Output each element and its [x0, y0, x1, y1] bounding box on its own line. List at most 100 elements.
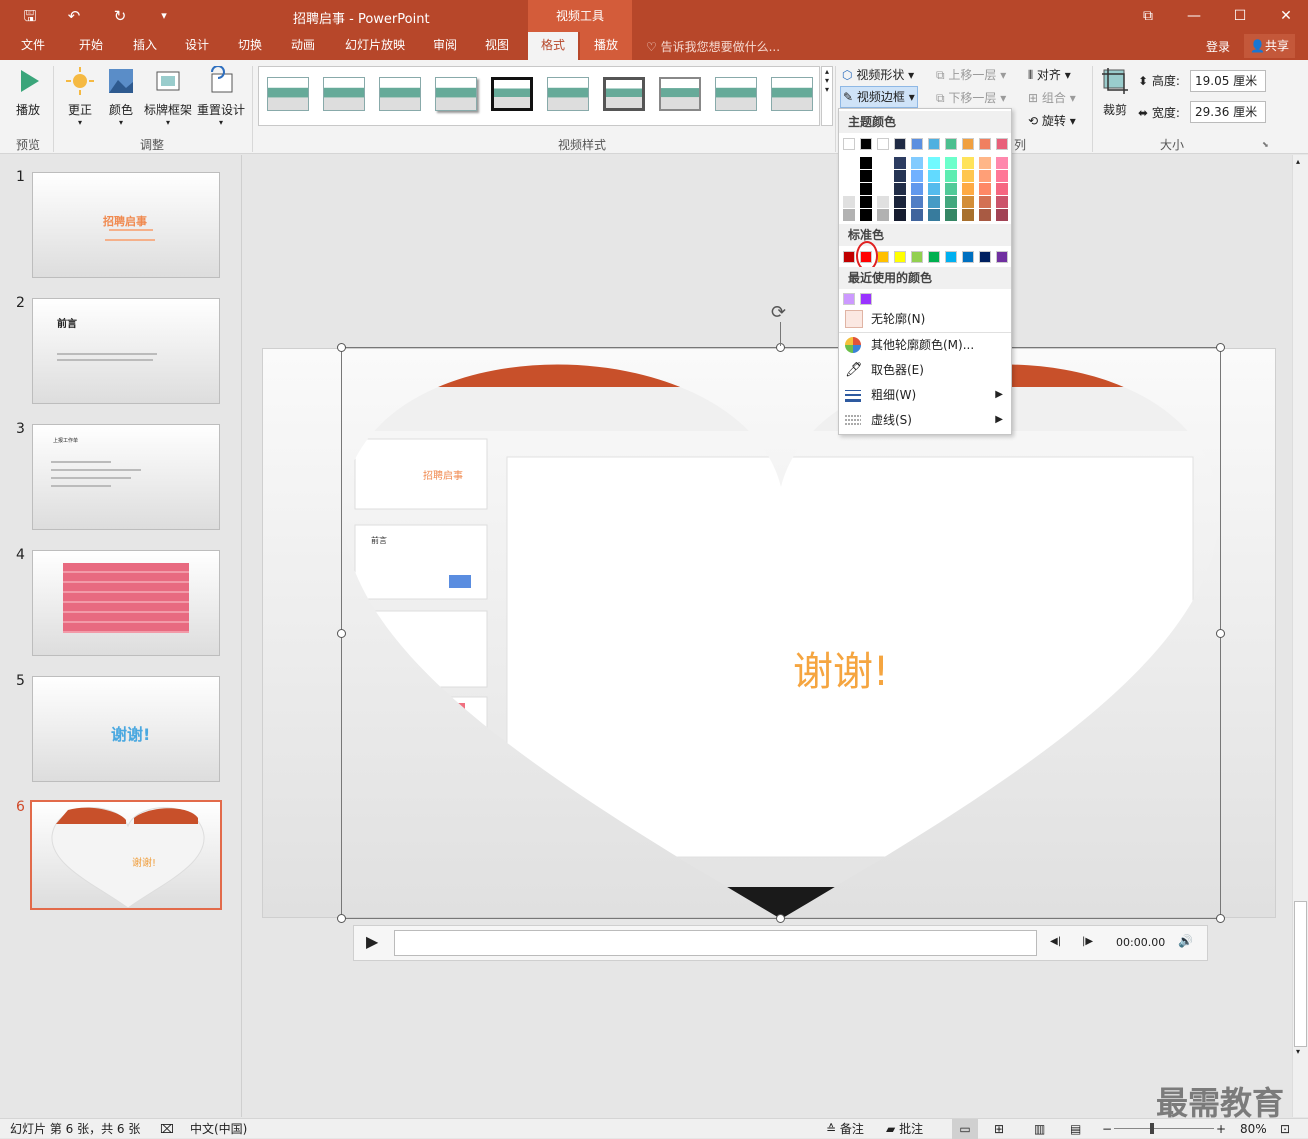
- theme-shade-swatch[interactable]: [962, 183, 974, 195]
- recent-color-swatch[interactable]: [843, 293, 855, 305]
- theme-shade-swatch[interactable]: [996, 170, 1008, 182]
- standard-color-swatch[interactable]: [894, 251, 906, 263]
- theme-shade-swatch[interactable]: [877, 157, 889, 169]
- step-forward-button[interactable]: |▶: [1082, 936, 1093, 947]
- theme-shade-swatch[interactable]: [979, 196, 991, 208]
- theme-shade-swatch[interactable]: [996, 183, 1008, 195]
- scroll-down-icon[interactable]: ▾: [1296, 1047, 1300, 1056]
- video-style-option[interactable]: [771, 77, 813, 111]
- theme-shade-swatch[interactable]: [996, 196, 1008, 208]
- tab-file[interactable]: 文件: [8, 32, 58, 60]
- video-style-option[interactable]: [435, 77, 477, 111]
- theme-color-swatch[interactable]: [894, 138, 906, 150]
- tab-format[interactable]: 格式: [528, 32, 578, 60]
- theme-shade-swatch[interactable]: [860, 196, 872, 208]
- weight-item[interactable]: 粗细(W) ▶: [839, 383, 1011, 407]
- gallery-scroll[interactable]: ▴ ▾ ▾: [821, 66, 833, 126]
- theme-shade-swatch[interactable]: [945, 183, 957, 195]
- maximize-button[interactable]: ☐: [1220, 4, 1260, 28]
- theme-shade-swatch[interactable]: [979, 209, 991, 221]
- tab-home[interactable]: 开始: [66, 32, 116, 60]
- resize-handle[interactable]: [337, 343, 346, 352]
- bring-forward-button[interactable]: ⧉ 上移一层 ▾: [936, 66, 1006, 83]
- standard-color-swatch[interactable]: [979, 251, 991, 263]
- slide-sorter-icon[interactable]: ⊞: [994, 1119, 1004, 1139]
- theme-shade-swatch[interactable]: [962, 196, 974, 208]
- standard-color-swatch[interactable]: [928, 251, 940, 263]
- theme-shade-swatch[interactable]: [911, 170, 923, 182]
- theme-shade-swatch[interactable]: [843, 209, 855, 221]
- save-icon[interactable]: 🖫: [18, 6, 42, 26]
- theme-shade-swatch[interactable]: [962, 170, 974, 182]
- slideshow-view-icon[interactable]: ▤: [1070, 1119, 1081, 1139]
- reset-design-button[interactable]: 重置设计 ▾: [196, 65, 246, 127]
- resize-handle[interactable]: [776, 914, 785, 923]
- theme-shade-swatch[interactable]: [843, 196, 855, 208]
- customize-qat-icon[interactable]: ▾: [152, 6, 176, 26]
- slide-thumbnail[interactable]: [32, 550, 220, 656]
- theme-shade-swatch[interactable]: [894, 209, 906, 221]
- poster-frame-button[interactable]: 标牌框架 ▾: [142, 66, 194, 127]
- language-indicator[interactable]: 中文(中国): [190, 1119, 247, 1139]
- tab-transitions[interactable]: 切换: [225, 32, 275, 60]
- standard-color-swatch[interactable]: [877, 251, 889, 263]
- resize-handle[interactable]: [1216, 914, 1225, 923]
- video-style-option[interactable]: [547, 77, 589, 111]
- theme-shade-swatch[interactable]: [860, 209, 872, 221]
- redo-icon[interactable]: ↻: [108, 6, 132, 26]
- theme-shade-swatch[interactable]: [843, 170, 855, 182]
- theme-color-swatch[interactable]: [945, 138, 957, 150]
- slide-thumbnail[interactable]: 招聘启事: [32, 172, 220, 278]
- sign-in-link[interactable]: 登录: [1206, 38, 1230, 55]
- theme-shade-swatch[interactable]: [962, 209, 974, 221]
- width-field[interactable]: 29.36 厘米: [1190, 101, 1266, 123]
- video-style-option[interactable]: [379, 77, 421, 111]
- theme-shade-swatch[interactable]: [945, 209, 957, 221]
- zoom-out-icon[interactable]: −: [1102, 1119, 1112, 1139]
- video-style-option[interactable]: [323, 77, 365, 111]
- theme-shade-swatch[interactable]: [928, 196, 940, 208]
- progress-track[interactable]: [394, 930, 1037, 956]
- theme-shade-swatch[interactable]: [979, 183, 991, 195]
- video-style-option[interactable]: [267, 77, 309, 111]
- crop-button[interactable]: 裁剪: [1098, 66, 1132, 118]
- video-border-button[interactable]: ✎ 视频边框 ▾: [840, 86, 918, 108]
- tab-review[interactable]: 审阅: [422, 32, 468, 60]
- theme-shade-swatch[interactable]: [911, 196, 923, 208]
- volume-button[interactable]: 🔊: [1178, 934, 1193, 948]
- rotate-button[interactable]: ⟲ 旋转 ▾: [1028, 112, 1076, 129]
- video-style-option[interactable]: [659, 77, 701, 111]
- theme-shade-swatch[interactable]: [877, 209, 889, 221]
- ribbon-display-icon[interactable]: ⧉: [1128, 4, 1168, 28]
- resize-handle[interactable]: [1216, 629, 1225, 638]
- step-back-button[interactable]: ◀|: [1050, 936, 1061, 947]
- theme-shade-swatch[interactable]: [894, 170, 906, 182]
- theme-shade-swatch[interactable]: [843, 157, 855, 169]
- theme-shade-swatch[interactable]: [860, 157, 872, 169]
- send-backward-button[interactable]: ⧉ 下移一层 ▾: [936, 89, 1006, 106]
- theme-color-swatch[interactable]: [928, 138, 940, 150]
- theme-color-swatch[interactable]: [860, 138, 872, 150]
- no-outline-item[interactable]: 无轮廓(N): [839, 307, 1011, 331]
- standard-color-swatch[interactable]: [962, 251, 974, 263]
- resize-handle[interactable]: [1216, 343, 1225, 352]
- align-button[interactable]: ⫴ 对齐 ▾: [1028, 66, 1071, 83]
- theme-shade-swatch[interactable]: [979, 157, 991, 169]
- standard-color-swatch[interactable]: [843, 251, 855, 263]
- play-preview-button[interactable]: 播放: [10, 66, 46, 118]
- theme-color-swatch[interactable]: [962, 138, 974, 150]
- theme-shade-swatch[interactable]: [945, 196, 957, 208]
- more-colors-item[interactable]: 其他轮廓颜色(M)...: [839, 333, 1011, 357]
- resize-handle[interactable]: [337, 629, 346, 638]
- theme-color-swatch[interactable]: [979, 138, 991, 150]
- theme-shade-swatch[interactable]: [894, 183, 906, 195]
- rotate-handle-icon[interactable]: ⟳: [771, 302, 786, 323]
- theme-shade-swatch[interactable]: [979, 170, 991, 182]
- theme-shade-swatch[interactable]: [996, 209, 1008, 221]
- eyedropper-item[interactable]: 🖊 取色器(E): [839, 358, 1011, 382]
- theme-shade-swatch[interactable]: [962, 157, 974, 169]
- tab-animations[interactable]: 动画: [278, 32, 328, 60]
- slide-thumbnail[interactable]: 谢谢!: [32, 676, 220, 782]
- color-button[interactable]: 颜色 ▾: [103, 66, 139, 127]
- tab-design[interactable]: 设计: [172, 32, 222, 60]
